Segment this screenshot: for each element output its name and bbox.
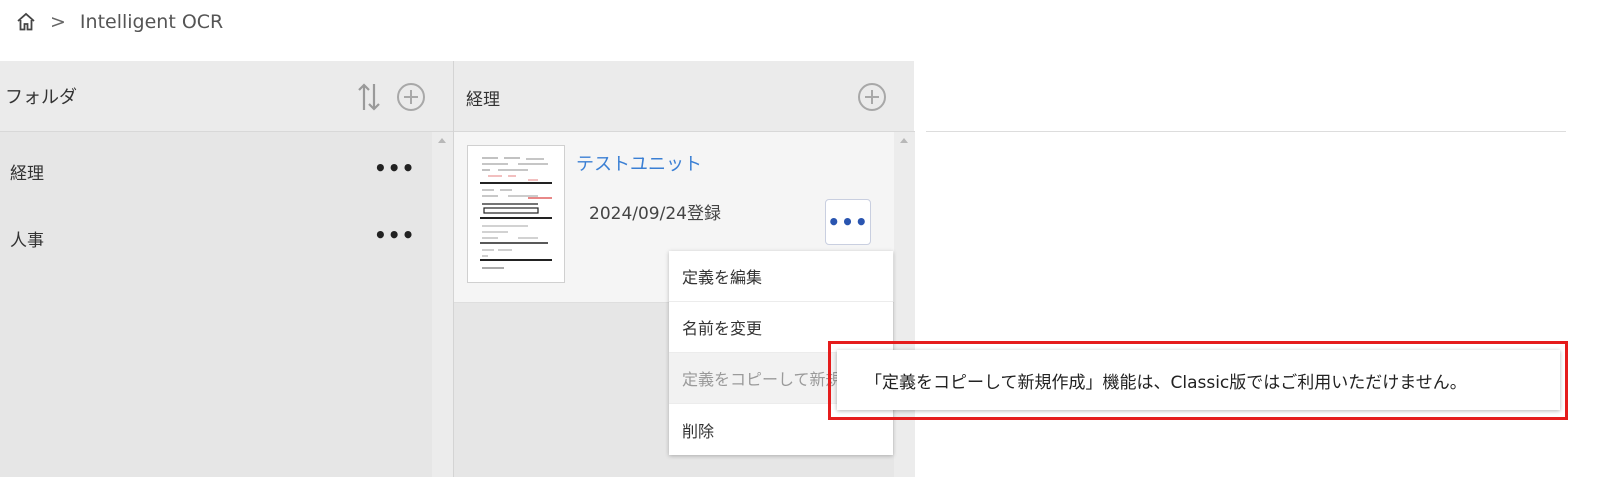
unit-more-button[interactable]: ••• xyxy=(825,199,871,245)
breadcrumb-current: Intelligent OCR xyxy=(79,11,224,33)
sort-icon[interactable] xyxy=(356,82,382,116)
unit-scrollbar[interactable] xyxy=(894,132,915,477)
breadcrumb: > Intelligent OCR xyxy=(16,8,223,36)
divider xyxy=(926,131,1566,132)
detail-panel xyxy=(914,61,1600,131)
document-thumbnail[interactable] xyxy=(467,145,565,283)
folder-more-button[interactable]: ••• xyxy=(374,156,415,180)
add-unit-icon[interactable] xyxy=(857,82,887,116)
breadcrumb-separator: > xyxy=(50,11,66,33)
menu-item-edit-definition[interactable]: 定義を編集 xyxy=(669,251,893,302)
folder-scrollbar[interactable] xyxy=(432,132,453,477)
folder-panel: フォルダ 経理 ••• 人事 ••• xyxy=(0,61,453,477)
tooltip-text: 「定義をコピーして新規作成」機能は、Classic版ではご利用いただけません。 xyxy=(865,372,1467,393)
folder-list: 経理 ••• 人事 ••• xyxy=(0,132,432,477)
unit-panel-title: 経理 xyxy=(466,90,500,110)
home-icon[interactable] xyxy=(16,12,36,32)
folder-item-jinji[interactable]: 人事 xyxy=(10,226,44,251)
folder-panel-title: フォルダ xyxy=(5,87,77,108)
feature-unavailable-tooltip: 「定義をコピーして新規作成」機能は、Classic版ではご利用いただけません。 xyxy=(837,350,1560,410)
scroll-up-arrow-icon[interactable] xyxy=(900,138,908,143)
scroll-up-arrow-icon[interactable] xyxy=(438,138,446,143)
unit-registered-date: 2024/09/24登録 xyxy=(589,204,721,224)
unit-name-link[interactable]: テストユニット xyxy=(576,150,702,176)
folder-more-button[interactable]: ••• xyxy=(374,223,415,247)
folder-item-keiri[interactable]: 経理 xyxy=(10,159,44,184)
unit-panel-header: 経理 xyxy=(454,61,915,132)
add-folder-icon[interactable] xyxy=(396,82,426,116)
folder-panel-header: フォルダ xyxy=(0,61,453,132)
